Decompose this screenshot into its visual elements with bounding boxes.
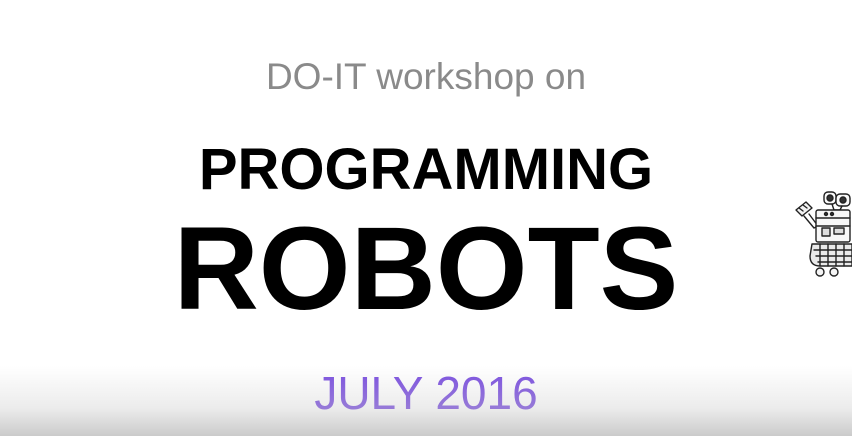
slide-title-line-1: PROGRAMMING <box>198 137 654 202</box>
slide-title-line-2: ROBOTS <box>173 203 679 335</box>
title-slide: DO-IT workshop on PROGRAMMING ROBOTS JUL… <box>0 0 852 436</box>
robot-illustration-icon <box>795 191 852 277</box>
slide-date: JULY 2016 <box>314 367 538 419</box>
slide-subtitle: DO-IT workshop on <box>265 56 587 97</box>
